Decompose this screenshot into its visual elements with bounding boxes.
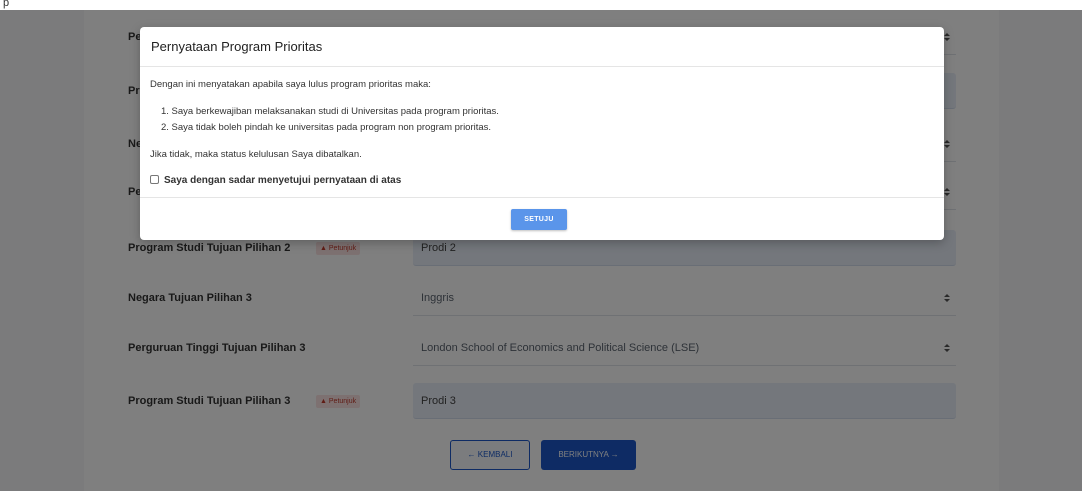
top-bar: p [0, 0, 1082, 10]
modal-header: Pernyataan Program Prioritas [140, 27, 944, 67]
list-item: 1. Saya berkewajiban melaksanakan studi … [161, 106, 499, 117]
list-item: 2. Saya tidak boleh pindah ke universita… [161, 122, 492, 133]
statement-list: 1. Saya berkewajiban melaksanakan studi … [150, 104, 499, 136]
agreement-checkbox[interactable] [150, 174, 159, 184]
setuju-button[interactable]: SETUJU [511, 209, 567, 230]
modal-body: Dengan ini menyatakan apabila saya lulus… [150, 67, 934, 197]
statement-intro: Dengan ini menyatakan apabila saya lulus… [150, 79, 431, 90]
statement-consequence: Jika tidak, maka status kelulusan Saya d… [150, 149, 362, 160]
modal-footer: SETUJU [140, 197, 944, 240]
top-bar-glyph: p [3, 0, 10, 9]
agreement-label[interactable]: Saya dengan sadar menyetujui pernyataan … [164, 175, 401, 186]
modal-title: Pernyataan Program Prioritas [151, 39, 323, 54]
agreement-checkbox-row[interactable]: Saya dengan sadar menyetujui pernyataan … [150, 174, 401, 188]
priority-statement-modal: Pernyataan Program Prioritas Dengan ini … [140, 27, 944, 240]
